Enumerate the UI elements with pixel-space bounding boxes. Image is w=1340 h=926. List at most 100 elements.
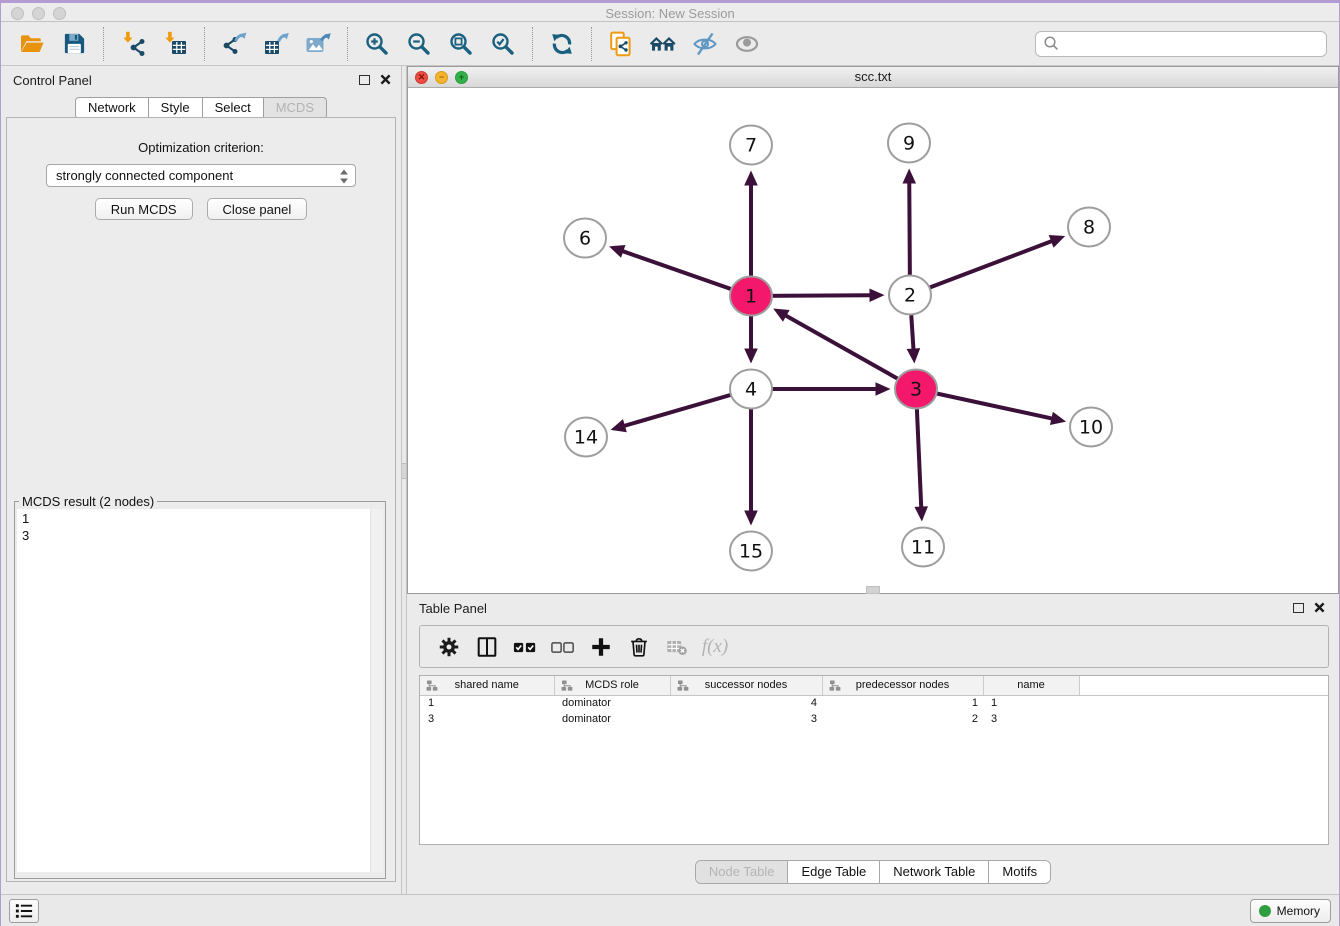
close-panel-icon[interactable] [380, 74, 391, 85]
cell[interactable]: 1 [983, 695, 1079, 711]
column-type-icon [829, 680, 841, 694]
cell[interactable]: 4 [670, 695, 822, 711]
export-network-icon[interactable] [218, 27, 250, 61]
network-graph[interactable]: 7968124314101511 [408, 88, 1338, 592]
tab-mcds[interactable]: MCDS [264, 97, 327, 119]
tab-network-table[interactable]: Network Table [880, 861, 989, 883]
hide-all-columns-icon[interactable] [544, 629, 582, 665]
status-bar: Memory [1, 894, 1339, 926]
table-panel-tabs: Node Table Edge Table Network Table Moti… [407, 860, 1339, 884]
mcds-tab-content: Optimization criterion: strongly connect… [6, 117, 396, 882]
result-scrollbar[interactable] [370, 509, 383, 872]
network-minimize-button[interactable]: − [435, 71, 448, 84]
criterion-dropdown-value: strongly connected component [56, 168, 233, 183]
splitter-grip[interactable] [402, 463, 406, 479]
add-row-icon[interactable] [582, 629, 620, 665]
hide-graphics-details-icon[interactable] [689, 27, 721, 61]
cell[interactable]: 3 [420, 711, 554, 727]
close-table-panel-icon[interactable] [1314, 602, 1325, 613]
tab-node-table[interactable]: Node Table [696, 861, 789, 883]
memory-button[interactable]: Memory [1250, 899, 1331, 923]
cell[interactable]: 1 [420, 695, 554, 711]
network-resize-grip[interactable] [866, 586, 880, 594]
column-type-icon [561, 680, 573, 694]
graph-edge-arrowhead [744, 349, 758, 364]
import-network-icon[interactable] [117, 27, 149, 61]
close-panel-button[interactable]: Close panel [207, 198, 308, 220]
zoom-fit-icon[interactable] [445, 27, 477, 61]
column-label: predecessor nodes [856, 679, 950, 691]
search-input[interactable] [1060, 36, 1319, 51]
show-graphics-details-icon[interactable] [731, 27, 763, 61]
mcds-result-text[interactable]: 13 [17, 509, 383, 872]
graph-node-label: 15 [739, 541, 763, 563]
cell[interactable]: dominator [554, 695, 670, 711]
graph-edge-2-8[interactable] [910, 241, 1053, 295]
column-header-mcds-role[interactable]: MCDS role [554, 676, 670, 695]
cell[interactable]: 3 [670, 711, 822, 727]
column-header-predecessor-nodes[interactable]: predecessor nodes [822, 676, 983, 695]
zoom-out-icon[interactable] [403, 27, 435, 61]
delete-row-icon[interactable] [620, 629, 658, 665]
graph-node-label: 14 [574, 427, 598, 449]
graph-edge-arrowhead [1049, 235, 1065, 248]
zoom-selected-icon[interactable] [487, 27, 519, 61]
cell[interactable]: 3 [983, 711, 1079, 727]
run-mcds-button[interactable]: Run MCDS [95, 198, 193, 220]
node-table[interactable]: shared nameMCDS role successor nodes prede… [419, 675, 1329, 845]
network-maximize-button[interactable]: + [455, 71, 468, 84]
select-columns-icon[interactable] [468, 629, 506, 665]
task-history-icon[interactable] [9, 899, 39, 923]
graph-edge-arrowhead [610, 419, 626, 432]
zoom-in-icon[interactable] [361, 27, 393, 61]
empty-header [1079, 676, 1328, 695]
search-box[interactable] [1035, 31, 1327, 57]
open-file-icon[interactable] [16, 27, 48, 61]
delete-table-icon[interactable] [658, 629, 696, 665]
save-session-icon[interactable] [58, 27, 90, 61]
graph-node-label: 4 [745, 379, 757, 401]
column-label: name [1017, 679, 1045, 691]
toolbar-separator [204, 27, 205, 61]
criterion-dropdown[interactable]: strongly connected component [46, 164, 356, 187]
optimization-criterion-label: Optimization criterion: [7, 140, 395, 155]
column-header-shared-name[interactable]: shared name [420, 676, 554, 695]
column-header-successor-nodes[interactable]: successor nodes [670, 676, 822, 695]
cell[interactable]: 1 [822, 695, 983, 711]
column-header-name[interactable]: name [983, 676, 1079, 695]
show-hide-panels-icon[interactable] [647, 27, 679, 61]
tab-network[interactable]: Network [75, 97, 149, 119]
tab-motifs[interactable]: Motifs [989, 861, 1050, 883]
fx-label: f(x) [702, 636, 728, 658]
control-panel-tabs: Network Style Select MCDS [1, 97, 401, 119]
import-table-icon[interactable] [159, 27, 191, 61]
graph-edge-arrowhead [907, 348, 921, 363]
graph-node-label: 6 [579, 228, 591, 250]
tab-style[interactable]: Style [149, 97, 203, 119]
show-all-columns-icon[interactable] [506, 629, 544, 665]
main-toolbar [1, 22, 1339, 66]
float-table-panel-icon[interactable] [1293, 603, 1304, 613]
toolbar-separator [103, 27, 104, 61]
control-panel: Control Panel Network Style Select MCDS … [1, 66, 401, 894]
node-table-header-row: shared nameMCDS role successor nodes prede… [420, 676, 1328, 695]
export-image-icon[interactable] [302, 27, 334, 61]
table-row[interactable]: 1dominator411 [420, 695, 1328, 711]
network-close-button[interactable]: ✕ [415, 71, 428, 84]
tab-select[interactable]: Select [203, 97, 264, 119]
graph-edge-arrowhead [876, 382, 891, 396]
cell-empty [1079, 711, 1328, 727]
table-settings-icon[interactable] [430, 629, 468, 665]
cell[interactable]: dominator [554, 711, 670, 727]
export-table-icon[interactable] [260, 27, 292, 61]
function-builder-icon[interactable]: f(x) [696, 629, 734, 665]
float-panel-icon[interactable] [359, 75, 370, 85]
cell[interactable]: 2 [822, 711, 983, 727]
new-network-from-selection-icon[interactable] [605, 27, 637, 61]
refresh-icon[interactable] [546, 27, 578, 61]
graph-edge-3-1[interactable] [785, 315, 916, 389]
table-toolbar: f(x) [419, 625, 1329, 668]
column-label: successor nodes [705, 679, 788, 691]
tab-edge-table[interactable]: Edge Table [788, 861, 880, 883]
table-row[interactable]: 3dominator323 [420, 711, 1328, 727]
